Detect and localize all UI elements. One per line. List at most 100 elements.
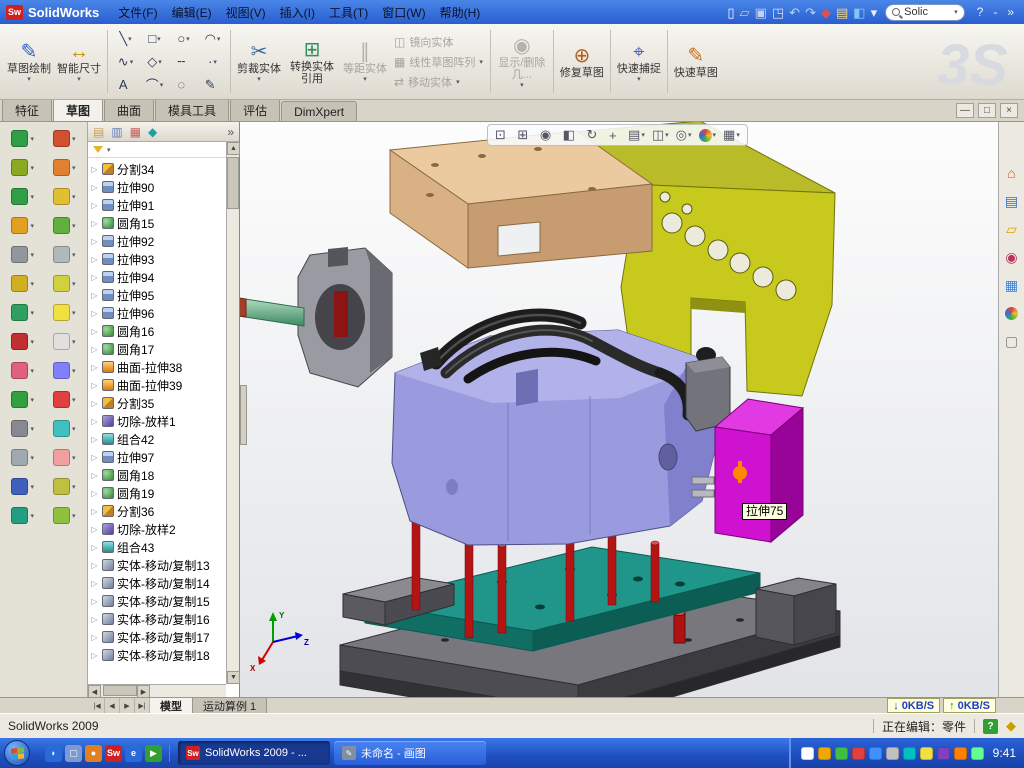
sketch-entity-icon[interactable]: ◌ ▾ (169, 73, 198, 96)
tool-button[interactable]: ▾ (2, 333, 44, 350)
tab-nav-button[interactable]: ▶| (135, 698, 150, 713)
manager-tab-icon[interactable]: ▦ (130, 126, 141, 138)
expander-icon[interactable]: ▷ (90, 327, 99, 336)
tray-icon[interactable] (801, 747, 814, 760)
expander-icon[interactable]: ▷ (90, 309, 99, 318)
task-pane-icon[interactable] (1003, 304, 1021, 322)
feature-tree-item[interactable]: ▷ 组合42 (90, 430, 226, 448)
tree-horizontal-scrollbar[interactable]: ◀ ▶ (88, 684, 226, 697)
tool-button[interactable]: ▾ (2, 275, 44, 292)
dropdown-icon[interactable]: ▾ (30, 222, 34, 230)
command-tab[interactable]: 草图 (53, 98, 103, 121)
tray-icon[interactable] (937, 747, 950, 760)
sketch-entity-icon[interactable]: A ▾ (111, 73, 140, 96)
search-input[interactable] (904, 6, 950, 18)
dropdown-icon[interactable]: ▾ (72, 425, 76, 433)
quick-launch-icon[interactable]: ● (85, 745, 102, 762)
tool-button[interactable]: ▾ (2, 304, 44, 321)
tool-button[interactable]: ▾ (2, 507, 44, 524)
toolbar-icon[interactable]: ▱ (740, 6, 750, 19)
search-dropdown-icon[interactable]: ▾ (954, 8, 958, 16)
manager-tab-icon[interactable]: ◆ (148, 126, 157, 138)
tab-nav-button[interactable]: ◀ (105, 698, 120, 713)
rapid-sketch-button[interactable]: ✎ 快速草图 (671, 26, 721, 97)
feature-tree-item[interactable]: ▷ 切除-放样2 (90, 520, 226, 538)
expander-icon[interactable]: ▷ (90, 219, 99, 228)
expander-icon[interactable]: ▷ (90, 237, 99, 246)
dropdown-icon[interactable]: ▾ (30, 367, 34, 375)
dropdown-icon[interactable]: ▾ (30, 425, 34, 433)
part-clamp-gray[interactable] (298, 247, 392, 387)
dropdown-icon[interactable]: ▾ (72, 164, 76, 172)
scroll-down-button[interactable]: ▼ (227, 671, 240, 684)
document-tab[interactable]: 运动算例 1 (193, 698, 267, 713)
tool-button[interactable]: ▾ (44, 130, 86, 147)
dropdown-icon[interactable]: ▾ (72, 396, 76, 404)
expander-icon[interactable]: ▷ (90, 489, 99, 498)
task-pane-icon[interactable]: ▤ (1003, 192, 1021, 210)
feature-tree-item[interactable]: ▷ 拉伸92 (90, 232, 226, 250)
sketch-entity-icon[interactable]: ╌ ▾ (169, 50, 198, 73)
expander-icon[interactable]: ▷ (90, 597, 99, 606)
tray-icon[interactable] (903, 747, 916, 760)
quick-launch-icon[interactable]: e (125, 745, 142, 762)
feature-tree-item[interactable]: ▷ 圆角18 (90, 466, 226, 484)
manager-tab-icon[interactable]: ▤ (93, 126, 104, 138)
model-canvas[interactable]: Y Z X (240, 122, 998, 697)
display-delete-relations-button[interactable]: ◉ 显示/删除几... ▾ (494, 26, 550, 97)
toolbar-icon[interactable]: ▣ (755, 6, 767, 19)
feature-tree-item[interactable]: ▷ 分割36 (90, 502, 226, 520)
dropdown-icon[interactable]: ▾ (637, 75, 641, 83)
convert-entities-button[interactable]: ⊞ 转换实体引用 (284, 26, 340, 97)
feature-tree-item[interactable]: ▷ 分割34 (90, 160, 226, 178)
feature-tree-item[interactable]: ▷ 拉伸96 (90, 304, 226, 322)
collapse-button[interactable]: - (989, 5, 1001, 19)
expander-icon[interactable]: ▷ (90, 633, 99, 642)
dropdown-icon[interactable]: ▾ (72, 222, 76, 230)
taskbar-task-button[interactable]: ✎ 未命名 - 画图 (334, 741, 486, 765)
feature-tree-item[interactable]: ▷ 拉伸94 (90, 268, 226, 286)
dropdown-icon[interactable]: ▾ (30, 135, 34, 143)
expander-icon[interactable]: ▷ (90, 273, 99, 282)
command-tab[interactable]: DimXpert (281, 101, 357, 121)
tool-button[interactable]: ▾ (2, 217, 44, 234)
tray-icon[interactable] (886, 747, 899, 760)
window-minimize-button[interactable]: — (956, 103, 974, 118)
trim-entities-button[interactable]: ✂ 剪裁实体 ▾ (234, 26, 284, 97)
dropdown-icon[interactable]: ▾ (30, 280, 34, 288)
window-close-button[interactable]: × (1000, 103, 1018, 118)
filter-funnel-icon[interactable] (93, 146, 103, 153)
dropdown-icon[interactable]: ▾ (30, 396, 34, 404)
expander-icon[interactable]: ▷ (90, 399, 99, 408)
tool-button[interactable]: ▾ (44, 420, 86, 437)
toolbar-icon[interactable]: ↶ (789, 6, 800, 19)
taskbar-task-button[interactable]: Sw SolidWorks 2009 - ... (178, 741, 330, 765)
tool-button[interactable]: ▾ (44, 391, 86, 408)
view-tool-button[interactable]: ▾ (697, 129, 719, 142)
view-tool-button[interactable]: + ▾ (607, 128, 623, 143)
dropdown-icon[interactable]: ▾ (27, 75, 31, 83)
tool-button[interactable]: ▾ (2, 130, 44, 147)
part-side-block-magenta[interactable] (715, 399, 803, 542)
expander-icon[interactable]: ▷ (90, 291, 99, 300)
quick-launch-icon[interactable]: Sw (105, 745, 122, 762)
dropdown-icon[interactable]: ▾ (72, 483, 76, 491)
sketch-entity-icon[interactable]: ⌒ ▾ (140, 73, 169, 96)
feature-tree-item[interactable]: ▷ 圆角17 (90, 340, 226, 358)
feature-tree-item[interactable]: ▷ 圆角19 (90, 484, 226, 502)
toolbar-icon[interactable]: ▤ (836, 6, 848, 19)
tray-icon[interactable] (852, 747, 865, 760)
graphics-viewport[interactable]: Y Z X ⊡ ▾ ⊞ ▾ (240, 122, 998, 697)
dropdown-icon[interactable]: ▾ (72, 338, 76, 346)
tray-icon[interactable] (869, 747, 882, 760)
dropdown-icon[interactable]: ▾ (30, 309, 34, 317)
expander-icon[interactable]: ▷ (90, 543, 99, 552)
dropdown-icon[interactable]: ▾ (30, 483, 34, 491)
menu-item[interactable]: 工具(T) (322, 2, 375, 23)
expander-icon[interactable]: ▷ (90, 165, 99, 174)
expander-icon[interactable]: ▷ (90, 561, 99, 570)
view-tool-button[interactable]: ▤ ▾ (626, 127, 647, 143)
task-pane-icon[interactable]: ▢ (1003, 332, 1021, 350)
task-pane-icon[interactable]: ▱ (1003, 220, 1021, 238)
menu-item[interactable]: 编辑(E) (165, 2, 219, 23)
